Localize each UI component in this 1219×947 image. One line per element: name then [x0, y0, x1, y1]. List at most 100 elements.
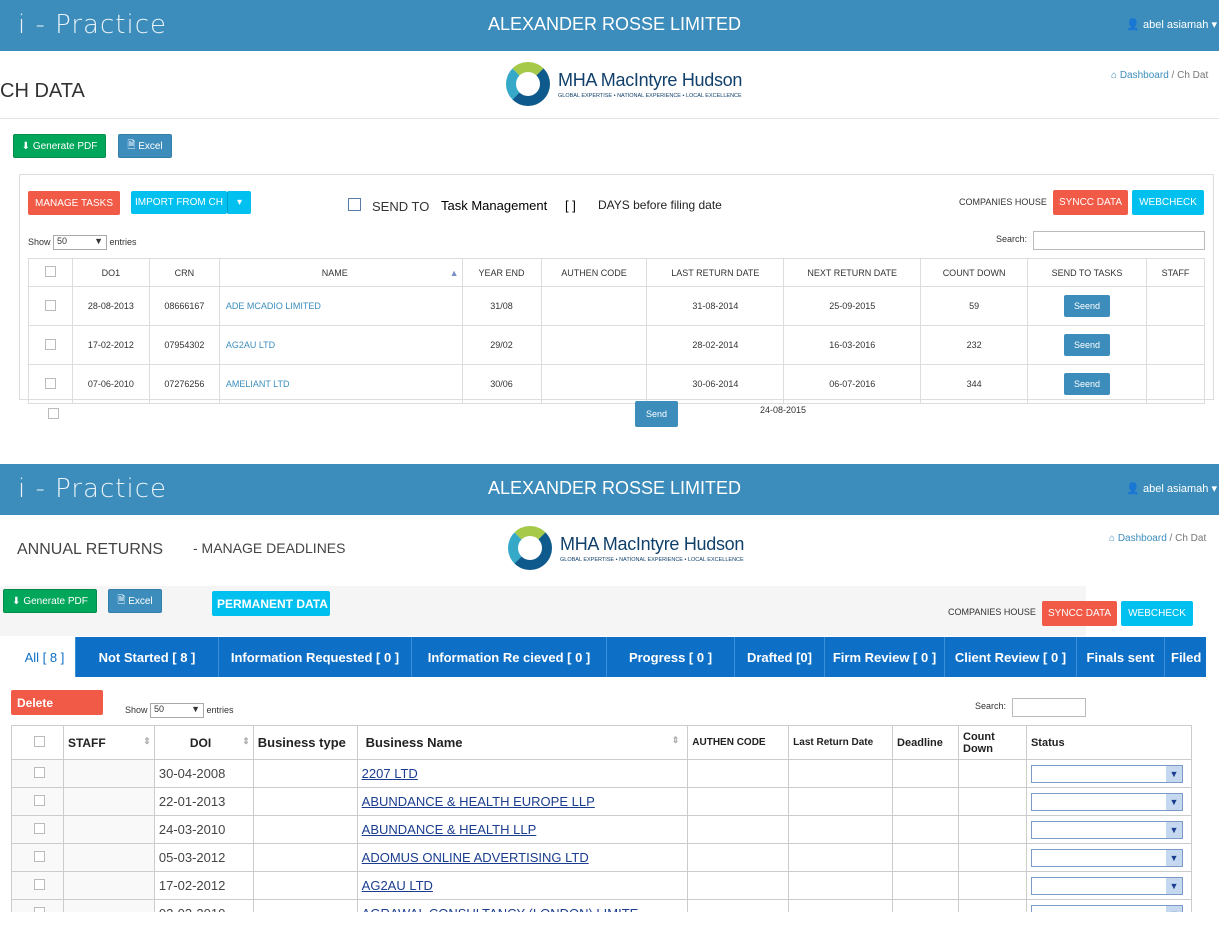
status-select[interactable]: ▼ — [1030, 820, 1183, 839]
header-select-all[interactable] — [11, 725, 64, 760]
user-menu[interactable]: 👤 abel asiamah ▾ — [1126, 18, 1217, 31]
status-select[interactable]: ▼ — [1030, 848, 1183, 867]
select-all-checkbox[interactable] — [44, 266, 56, 277]
cell-deadline — [892, 815, 960, 844]
row-checkbox[interactable] — [33, 795, 45, 806]
entries-select[interactable]: 50 ▼ — [53, 235, 108, 250]
tab-firm-review[interactable]: Firm Review [ 0 ] — [825, 637, 945, 677]
col-business-type[interactable]: Business type — [252, 725, 358, 760]
status-select[interactable]: ▼ — [1030, 876, 1183, 895]
col-doi[interactable]: DOI ⇕ — [153, 725, 254, 760]
generate-pdf-button-2[interactable]: ⬇ Generate PDF — [3, 589, 97, 613]
tab-progress[interactable]: Progress [ 0 ] — [607, 637, 735, 677]
overflow-checkbox[interactable] — [48, 406, 59, 424]
row-select[interactable] — [11, 815, 64, 844]
webcheck-button[interactable]: WEBCHECK — [1132, 190, 1204, 215]
row-checkbox[interactable] — [33, 879, 45, 890]
status-select[interactable]: ▼ — [1030, 764, 1183, 783]
tab-information-requested[interactable]: Information Requested [ 0 ] — [219, 637, 412, 677]
col-staff[interactable]: STAFF ⇕ — [62, 725, 155, 760]
row-select[interactable] — [11, 787, 64, 816]
tab-filed[interactable]: Filed — [1165, 637, 1206, 677]
col-next-return-date[interactable]: NEXT RETURN DATE — [783, 258, 922, 287]
business-link[interactable]: ABUNDANCE & HEALTH LLP — [362, 822, 537, 837]
row-checkbox[interactable] — [33, 823, 45, 834]
sort-icon: ⇕ — [143, 735, 151, 746]
excel-button-2[interactable]: 🗎 Excel — [108, 589, 162, 613]
row-select[interactable] — [28, 325, 73, 365]
business-link[interactable]: 2207 LTD — [362, 766, 418, 781]
col-count-down[interactable]: COUNT DOWN — [920, 258, 1029, 287]
send-to-checkbox[interactable] — [348, 198, 361, 211]
business-link[interactable]: ADOMUS ONLINE ADVERTISING LTD — [362, 850, 589, 865]
cell-status: ▼ — [1025, 787, 1193, 816]
col-year-end[interactable]: YEAR END — [461, 258, 542, 287]
excel-button[interactable]: 🗎 Excel — [118, 134, 172, 158]
company-link[interactable]: AG2AU LTD — [226, 340, 275, 350]
tab-all[interactable]: All [ 8 ] — [14, 637, 76, 677]
tab-not-started[interactable]: Not Started [ 8 ] — [76, 637, 219, 677]
col-last-return-date[interactable]: Last Return Date — [788, 725, 894, 760]
col-do1[interactable]: DO1 — [71, 258, 150, 287]
col-authen-code[interactable]: AUTHEN CODE — [687, 725, 790, 760]
row-checkbox[interactable] — [33, 767, 45, 778]
row-select[interactable] — [11, 843, 64, 872]
delete-button[interactable]: Delete — [11, 690, 103, 715]
cell-business-name: ADOMUS ONLINE ADVERTISING LTD — [356, 843, 689, 872]
row-select[interactable] — [28, 364, 73, 404]
send-button[interactable]: Seend — [1064, 334, 1111, 356]
entries-select[interactable]: 50 ▼ — [150, 703, 205, 718]
row-checkbox[interactable] — [44, 377, 56, 389]
row-select[interactable] — [11, 871, 64, 900]
tab-finals-sent[interactable]: Finals sent — [1077, 637, 1165, 677]
status-select[interactable]: ▼ — [1030, 792, 1183, 811]
syncc-data-button-2[interactable]: SYNCC DATA — [1042, 601, 1117, 626]
row-select[interactable] — [28, 286, 73, 326]
breadcrumb-dashboard[interactable]: ⌂ Dashboard — [1111, 70, 1169, 81]
col-count-down[interactable]: Count Down — [958, 725, 1027, 760]
company-link[interactable]: ADE MCADIO LIMITED — [226, 301, 321, 311]
col-name[interactable]: NAME ▲ — [218, 258, 463, 287]
tab-information-received[interactable]: Information Re cieved [ 0 ] — [412, 637, 607, 677]
syncc-data-button[interactable]: SYNCC DATA — [1053, 190, 1128, 215]
generate-pdf-button[interactable]: ⬇ Generate PDF — [13, 134, 106, 158]
send-button[interactable]: Seend — [1064, 295, 1111, 317]
permanent-data-button[interactable]: PERMANENT DATA — [212, 591, 330, 616]
import-dropdown-toggle[interactable]: ▾ — [227, 191, 251, 214]
tab-client-review[interactable]: Client Review [ 0 ] — [945, 637, 1077, 677]
tab-drafted[interactable]: Drafted [0] — [735, 637, 825, 677]
manage-tasks-button[interactable]: MANAGE TASKS — [28, 191, 120, 215]
table-row: 24-03-2010 ABUNDANCE & HEALTH LLP ▼ — [11, 815, 1193, 844]
search-input-2[interactable] — [1012, 698, 1086, 717]
select-all-checkbox[interactable] — [33, 735, 45, 747]
cell-next-return-date: 25-09-2015 — [783, 286, 922, 326]
breadcrumb-dashboard[interactable]: ⌂ Dashboard — [1109, 533, 1167, 544]
col-staff[interactable]: STAFF — [1145, 258, 1206, 287]
row-checkbox[interactable] — [33, 851, 45, 862]
mha-name: MHA MacIntyre Hudson — [560, 533, 745, 554]
user-menu[interactable]: 👤 abel asiamah ▾ — [1126, 482, 1217, 495]
days-input[interactable]: [ ] — [565, 198, 576, 213]
row-checkbox[interactable] — [44, 299, 56, 311]
col-business-name[interactable]: Business Name ⇕ — [356, 725, 689, 760]
cell-count-down — [958, 843, 1027, 872]
col-deadline[interactable]: Deadline — [892, 725, 960, 760]
col-last-return-date[interactable]: LAST RETURN DATE — [646, 258, 785, 287]
import-from-ch-button[interactable]: IMPORT FROM CH — [131, 191, 227, 214]
col-authen-code[interactable]: AUTHEN CODE — [540, 258, 648, 287]
col-status[interactable]: Status — [1025, 725, 1193, 760]
overflow-send-button[interactable]: Send — [635, 401, 678, 427]
header-select-all[interactable] — [28, 258, 73, 287]
search-input[interactable] — [1033, 231, 1205, 250]
business-link[interactable]: AG2AU LTD — [362, 878, 433, 893]
caret-down-icon: ▼ — [191, 704, 201, 714]
row-checkbox[interactable] — [44, 338, 56, 350]
row-select[interactable] — [11, 759, 64, 788]
annual-returns-table: STAFF ⇕ DOI ⇕ Business type Business Name ⇕… — [11, 725, 1193, 928]
col-send-to-tasks[interactable]: SEND TO TASKS — [1027, 258, 1147, 287]
business-link[interactable]: ABUNDANCE & HEALTH EUROPE LLP — [362, 794, 595, 809]
webcheck-button-2[interactable]: WEBCHECK — [1121, 601, 1193, 626]
col-crn[interactable]: CRN — [148, 258, 220, 287]
company-link[interactable]: AMELIANT LTD — [226, 379, 290, 389]
send-button[interactable]: Seend — [1064, 373, 1111, 395]
